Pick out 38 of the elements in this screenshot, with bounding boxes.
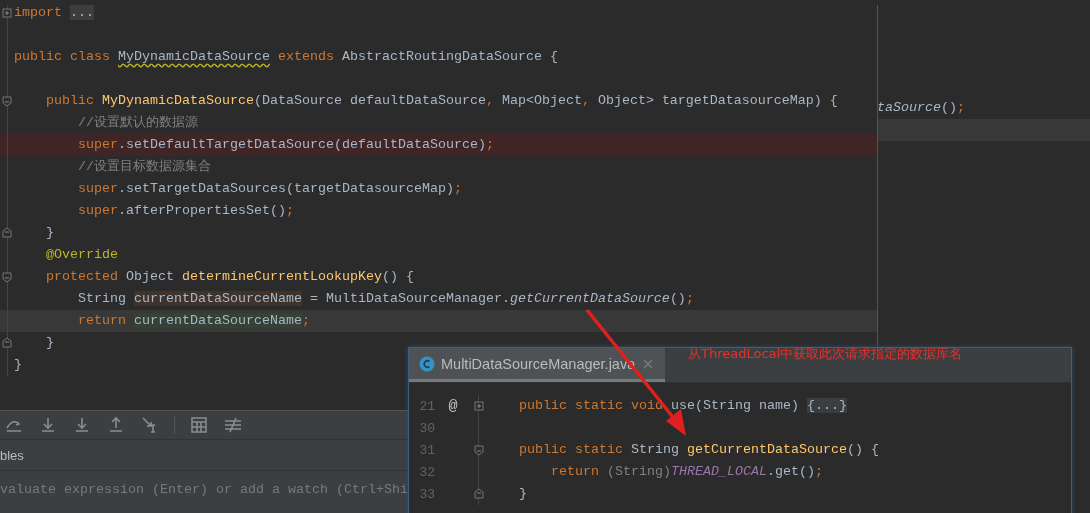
fold-icon[interactable] (473, 488, 485, 500)
code-line: return (String)THREAD_LOCAL.get(); (550, 463, 823, 481)
code-line: //设置目标数据源集合 (77, 158, 211, 176)
annotation-text: 从ThreadLocal中获取此次请求指定的数据库名 (688, 345, 963, 363)
code-line: import ... (14, 5, 94, 22)
code-line: taSource(); (877, 99, 965, 117)
line-number: 31 (418, 442, 435, 458)
variables-tab[interactable]: bles (0, 440, 408, 471)
code-line: super.setTargetDataSources(targetDatasourceMap); (77, 180, 462, 198)
fold-icon[interactable] (1, 337, 13, 349)
code-line: return currentDataSourceName; (77, 312, 310, 330)
line-number: 32 (418, 464, 435, 480)
fold-icon[interactable] (1, 95, 13, 107)
code-line: protected Object determineCurrentLookupKey() { (45, 268, 414, 286)
class-icon (419, 355, 435, 372)
line-number: 30 (418, 420, 435, 436)
line-number: 33 (418, 486, 435, 502)
fold-icon[interactable] (1, 7, 13, 19)
implements-marker: @ (448, 397, 458, 415)
code-line: public class MyDynamicDataSource extends AbstractRoutingDataSource { (14, 48, 558, 66)
code-line: @Override (45, 246, 118, 264)
code-line: } (518, 485, 527, 503)
line-number: 21 (418, 398, 435, 414)
code-line: public static String getCurrentDataSource() { (518, 441, 879, 459)
code-line: //设置默认的数据源 (77, 114, 198, 132)
code-line: super.afterPropertiesSet(); (77, 202, 294, 220)
code-line: super.setDefaultTargetDataSource(defaultDataSource); (77, 136, 494, 154)
fold-icon[interactable] (1, 271, 13, 283)
code-line: public MyDynamicDataSource(DataSource defaultDataSource, Map<Object, Object> targetDatasourceMap) { (45, 92, 838, 110)
fold-icon[interactable] (473, 444, 485, 456)
code-line: } (45, 334, 54, 352)
fold-icon[interactable] (1, 227, 13, 239)
code-line: } (45, 224, 54, 242)
calculator-icon[interactable] (189, 415, 209, 435)
fold-icon[interactable] (473, 400, 485, 412)
code-line: String currentDataSourceName = MultiDataSourceManager.getCurrentDataSource(); (77, 290, 694, 308)
settings-lines-icon[interactable] (223, 415, 243, 435)
code-line: } (14, 356, 22, 374)
